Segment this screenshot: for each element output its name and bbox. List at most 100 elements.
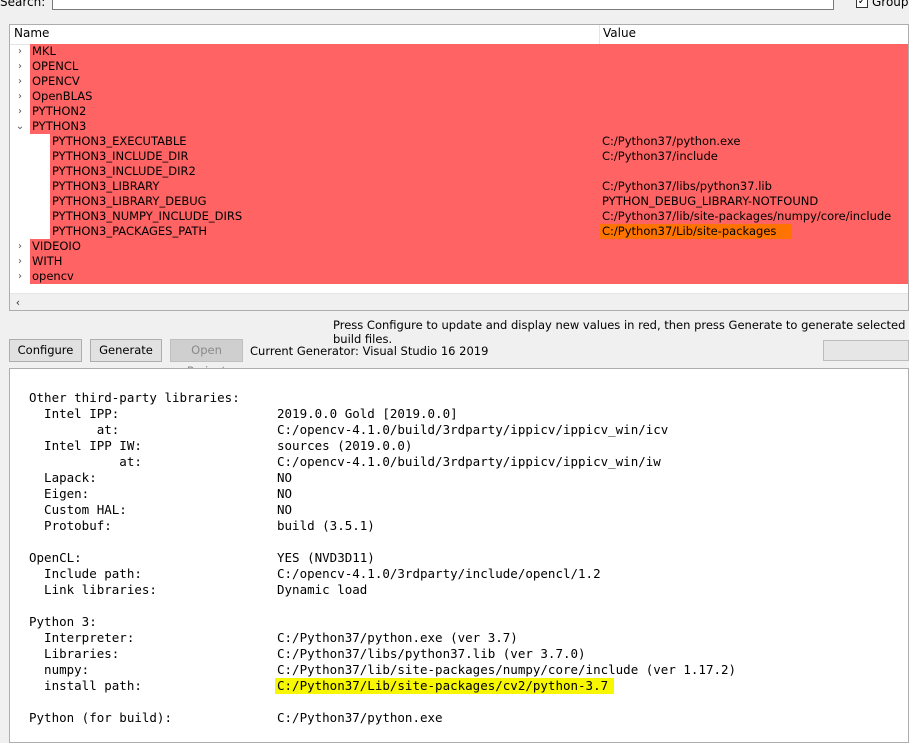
variable-name: PYTHON3_LIBRARY_DEBUG bbox=[52, 194, 207, 208]
log-value: C:/Python37/libs/python37.lib (ver 3.7.0… bbox=[277, 646, 586, 661]
log-value: NO bbox=[277, 470, 293, 485]
output-log[interactable]: Other third-party libraries: Intel IPP: 2… bbox=[9, 368, 909, 743]
variable-name: opencv bbox=[32, 269, 74, 283]
changed-row-background bbox=[50, 179, 908, 194]
chevron-down-icon[interactable]: ⌄ bbox=[14, 119, 26, 134]
tree-row[interactable]: ⌄ PYTHON3 bbox=[10, 119, 908, 134]
log-label: Python 3: bbox=[29, 614, 97, 629]
log-label: Other third-party libraries: bbox=[29, 390, 240, 405]
chevron-right-icon[interactable]: › bbox=[14, 89, 26, 104]
chevron-right-icon[interactable]: › bbox=[14, 239, 26, 254]
variable-value[interactable]: C:/Python37/python.exe bbox=[602, 134, 740, 149]
changed-row-background bbox=[30, 44, 908, 59]
search-input[interactable] bbox=[52, 0, 834, 10]
log-label: OpenCL: bbox=[29, 550, 82, 565]
search-label: Search: bbox=[0, 0, 46, 9]
log-value: build (3.5.1) bbox=[277, 518, 375, 533]
log-label: Lapack: bbox=[29, 470, 97, 485]
column-header-name[interactable]: Name bbox=[10, 25, 49, 44]
log-value: sources (2019.0.0) bbox=[277, 438, 413, 453]
changed-row-background bbox=[30, 269, 908, 284]
cache-variable-tree[interactable]: Name Value › MKL › OPENCL › OPENCV › OpenBLAS › P… bbox=[9, 24, 909, 311]
grouped-checkbox[interactable]: ✓ bbox=[856, 0, 868, 8]
variable-value[interactable]: C:/Python37/include bbox=[602, 149, 718, 164]
changed-row-background bbox=[30, 74, 908, 89]
log-label: Intel IPP: bbox=[29, 406, 120, 421]
configure-button[interactable]: Configure bbox=[9, 339, 82, 362]
tree-row[interactable]: › OPENCL bbox=[10, 59, 908, 74]
log-value: NO bbox=[277, 502, 293, 517]
variable-value[interactable]: PYTHON_DEBUG_LIBRARY-NOTFOUND bbox=[602, 194, 818, 209]
variable-value[interactable]: C:/Python37/lib/site-packages/numpy/core… bbox=[602, 209, 891, 224]
variable-name: PYTHON3_LIBRARY bbox=[52, 179, 160, 193]
variable-name: PYTHON3_INCLUDE_DIR2 bbox=[52, 164, 196, 178]
current-generator-label: Current Generator: Visual Studio 16 2019 bbox=[250, 344, 489, 358]
log-label: Intel IPP IW: bbox=[29, 438, 142, 453]
horizontal-scrollbar[interactable]: ‹ bbox=[10, 293, 908, 310]
log-value: C:/opencv-4.1.0/build/3rdparty/ippicv/ip… bbox=[277, 422, 669, 437]
grouped-label: Grouped bbox=[872, 0, 909, 9]
changed-row-background bbox=[30, 89, 908, 104]
generate-button[interactable]: Generate bbox=[90, 339, 162, 362]
log-value: 2019.0.0 Gold [2019.0.0] bbox=[277, 406, 458, 421]
chevron-right-icon[interactable]: › bbox=[14, 104, 26, 119]
tree-row[interactable]: PYTHON3_LIBRARY C:/Python37/libs/python37… bbox=[10, 179, 908, 194]
chevron-right-icon[interactable]: › bbox=[14, 59, 26, 74]
log-label: Python (for build): bbox=[29, 710, 172, 725]
open-project-button: Open Project bbox=[170, 339, 243, 378]
tree-row[interactable]: › PYTHON2 bbox=[10, 104, 908, 119]
variable-name: PYTHON2 bbox=[32, 104, 87, 118]
variable-name: OPENCL bbox=[32, 59, 79, 73]
tree-row[interactable]: PYTHON3_EXECUTABLE C:/Python37/python.exe bbox=[10, 134, 908, 149]
log-value: C:/opencv-4.1.0/3rdparty/include/opencl/… bbox=[277, 566, 601, 581]
log-value: NO bbox=[277, 486, 293, 501]
log-label: Interpreter: bbox=[29, 630, 135, 645]
variable-value[interactable]: C:/Python37/libs/python37.lib bbox=[602, 179, 772, 194]
log-label: at: bbox=[29, 422, 120, 437]
log-value: C:/Python37/python.exe (ver 3.7) bbox=[277, 630, 518, 645]
variable-name: PYTHON3_INCLUDE_DIR bbox=[52, 149, 189, 163]
chevron-right-icon[interactable]: › bbox=[14, 254, 26, 269]
log-label: Libraries: bbox=[29, 646, 120, 661]
log-value: C:/Python37/python.exe bbox=[277, 710, 443, 725]
highlighted-log-value: C:/Python37/Lib/site-packages/cv2/python… bbox=[275, 678, 615, 694]
selected-variable-value[interactable]: C:/Python37/Lib/site-packages bbox=[600, 224, 793, 239]
chevron-right-icon[interactable]: › bbox=[14, 269, 26, 284]
tree-row[interactable]: PYTHON3_LIBRARY_DEBUG PYTHON_DEBUG_LIBRAR… bbox=[10, 194, 908, 209]
chevron-right-icon[interactable]: › bbox=[14, 74, 26, 89]
log-label: Custom HAL: bbox=[29, 502, 127, 517]
tree-row[interactable]: PYTHON3_NUMPY_INCLUDE_DIRS C:/Python37/li… bbox=[10, 209, 908, 224]
variable-name: WITH bbox=[32, 254, 63, 268]
variable-name: PYTHON3_PACKAGES_PATH bbox=[52, 224, 208, 238]
changed-row-background bbox=[30, 104, 908, 119]
changed-row-background bbox=[30, 59, 908, 74]
variable-name: PYTHON3_EXECUTABLE bbox=[52, 134, 187, 148]
tree-row[interactable]: PYTHON3_INCLUDE_DIR C:/Python37/include bbox=[10, 149, 908, 164]
tree-header: Name Value bbox=[10, 25, 908, 45]
changed-row-background bbox=[30, 119, 908, 134]
log-label: Eigen: bbox=[29, 486, 90, 501]
log-value: C:/opencv-4.1.0/build/3rdparty/ippicv/ip… bbox=[277, 454, 661, 469]
chevron-right-icon[interactable]: › bbox=[14, 44, 26, 59]
tree-row[interactable]: › VIDEOIO bbox=[10, 239, 908, 254]
variable-name: PYTHON3_NUMPY_INCLUDE_DIRS bbox=[52, 209, 243, 223]
log-label: Protobuf: bbox=[29, 518, 112, 533]
tree-row[interactable]: › OPENCV bbox=[10, 74, 908, 89]
tree-row[interactable]: › MKL bbox=[10, 44, 908, 59]
tree-row[interactable]: › opencv bbox=[10, 269, 908, 284]
variable-name: VIDEOIO bbox=[32, 239, 81, 253]
tree-row[interactable]: PYTHON3_INCLUDE_DIR2 bbox=[10, 164, 908, 179]
scroll-left-arrow-icon[interactable]: ‹ bbox=[12, 294, 24, 310]
tree-row[interactable]: PYTHON3_PACKAGES_PATH C:/Python37/Lib/sit… bbox=[10, 224, 908, 239]
log-value: C:/Python37/lib/site-packages/numpy/core… bbox=[277, 662, 737, 677]
tree-row[interactable]: › OpenBLAS bbox=[10, 89, 908, 104]
variable-name: OpenBLAS bbox=[32, 89, 93, 103]
log-value: Dynamic load bbox=[277, 582, 368, 597]
log-label: Include path: bbox=[29, 566, 142, 581]
variable-name: PYTHON3 bbox=[32, 119, 87, 133]
changed-row-background bbox=[30, 239, 908, 254]
tree-row[interactable]: › WITH bbox=[10, 254, 908, 269]
variable-name: OPENCV bbox=[32, 74, 80, 88]
log-label: Link libraries: bbox=[29, 582, 157, 597]
column-header-value[interactable]: Value bbox=[599, 25, 636, 44]
